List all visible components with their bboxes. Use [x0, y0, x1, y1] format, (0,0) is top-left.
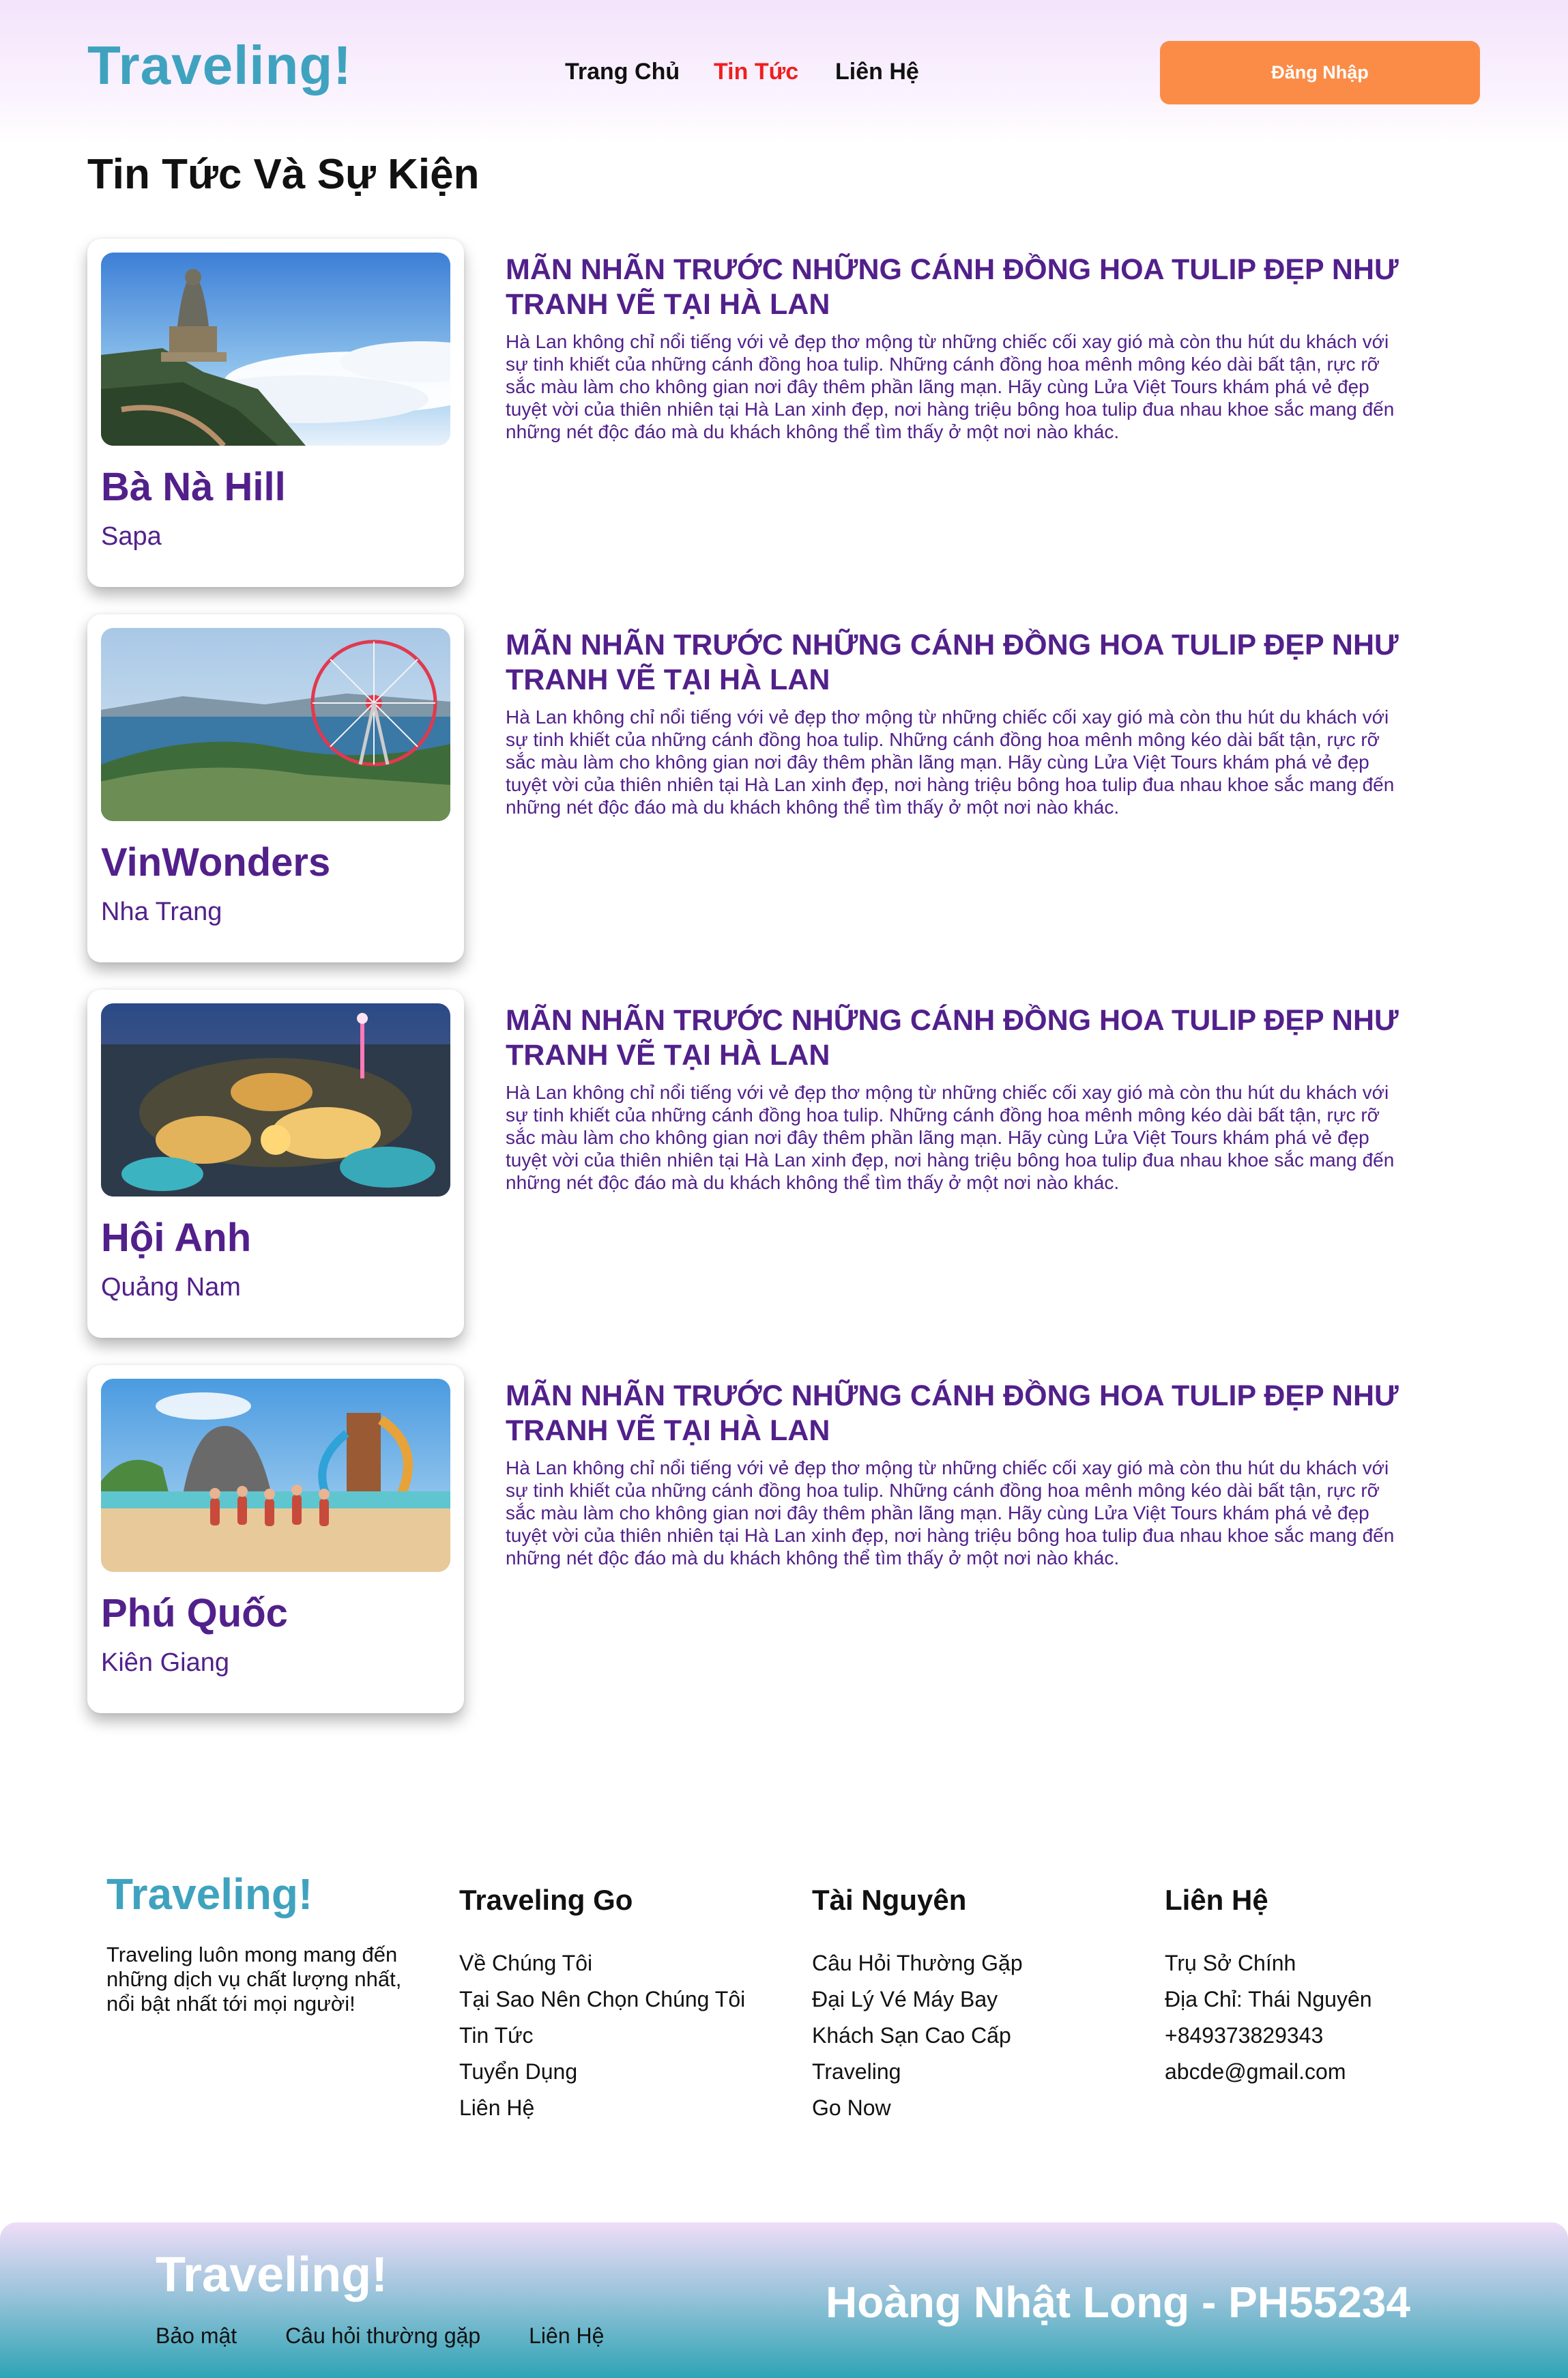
footer-address: Địa Chỉ: Thái Nguyên: [1165, 1987, 1372, 2011]
footer-link-contact[interactable]: Liên Hệ: [459, 2090, 745, 2126]
nav-link-home[interactable]: Trang Chủ: [565, 59, 680, 85]
login-button[interactable]: Đăng Nhập: [1160, 41, 1480, 104]
nav-link-contact[interactable]: Liên Hệ: [835, 59, 919, 85]
footer-link-faq[interactable]: Câu Hỏi Thường Gặp: [812, 1945, 1023, 1981]
author-credit: Hoàng Nhật Long - PH55234: [826, 2278, 1410, 2327]
destination-photo: [101, 253, 450, 446]
news-item: Phú Quốc Kiên Giang MÃN NHÃN TRƯỚC NHỮNG…: [87, 1365, 1520, 1713]
site-header: Traveling! Trang Chủ Tin Tức Liên Hệ Đăn…: [0, 0, 1568, 143]
footer-link-go-now[interactable]: Go Now: [812, 2090, 1023, 2126]
footer-description: Traveling luôn mong mang đến những dịch …: [106, 1943, 402, 2016]
footer-link-careers[interactable]: Tuyển Dụng: [459, 2054, 745, 2090]
news-item: Bà Nà Hill Sapa MÃN NHÃN TRƯỚC NHỮNG CÁN…: [87, 239, 1520, 587]
footer-link-flight-agency[interactable]: Đại Lý Vé Máy Bay: [812, 1981, 1023, 2018]
news-item: Hội Anh Quảng Nam MÃN NHÃN TRƯỚC NHỮNG C…: [87, 990, 1520, 1338]
destination-name: Bà Nà Hill: [101, 465, 286, 509]
nav-link-news[interactable]: Tin Tức: [714, 59, 798, 85]
page-title: Tin Tức Và Sự Kiện: [87, 151, 480, 198]
news-excerpt: Hà Lan không chỉ nổi tiếng với vẻ đẹp th…: [506, 1082, 1395, 1193]
destination-photo: [101, 1003, 450, 1197]
news-excerpt: Hà Lan không chỉ nổi tiếng với vẻ đẹp th…: [506, 331, 1395, 442]
destination-name: Phú Quốc: [101, 1591, 288, 1635]
footer-phone[interactable]: +849373829343: [1165, 2018, 1372, 2054]
destination-region: Quảng Nam: [101, 1273, 241, 1302]
footer-link-traveling[interactable]: Traveling: [812, 2054, 1023, 2090]
news-title[interactable]: MÃN NHÃN TRƯỚC NHỮNG CÁNH ĐỒNG HOA TULIP…: [506, 628, 1481, 698]
destination-region: Kiên Giang: [101, 1648, 230, 1677]
destination-region: Nha Trang: [101, 898, 222, 926]
footer-heading: Traveling Go: [459, 1884, 633, 1916]
news-article: MÃN NHÃN TRƯỚC NHỮNG CÁNH ĐỒNG HOA TULIP…: [506, 628, 1481, 818]
footer-column-traveling-go: Traveling Go Về Chúng Tôi Tại Sao Nên Ch…: [459, 1884, 745, 2126]
bottom-bar: Traveling! Bảo mật Câu hỏi thường gặp Li…: [0, 2222, 1568, 2378]
destination-card[interactable]: Bà Nà Hill Sapa: [87, 239, 464, 587]
footer-heading: Liên Hệ: [1165, 1884, 1268, 1916]
footer-email[interactable]: abcde@gmail.com: [1165, 2054, 1372, 2090]
news-excerpt: Hà Lan không chỉ nổi tiếng với vẻ đẹp th…: [506, 706, 1395, 818]
news-title[interactable]: MÃN NHÃN TRƯỚC NHỮNG CÁNH ĐỒNG HOA TULIP…: [506, 1003, 1481, 1073]
destination-photo: [101, 628, 450, 821]
news-article: MÃN NHÃN TRƯỚC NHỮNG CÁNH ĐỒNG HOA TULIP…: [506, 1003, 1481, 1194]
destination-name: Hội Anh: [101, 1216, 252, 1260]
destination-region: Sapa: [101, 522, 162, 551]
footer-logo[interactable]: Traveling!: [106, 1869, 313, 1919]
destination-name: VinWonders: [101, 840, 331, 885]
footer-heading: Tài Nguyên: [812, 1884, 967, 1916]
footer-column-resources: Tài Nguyên Câu Hỏi Thường Gặp Đại Lý Vé …: [812, 1884, 1023, 2126]
footer-column-contact: Liên Hệ Trụ Sở Chính Địa Chỉ: Thái Nguyê…: [1165, 1884, 1372, 2090]
footer-link-news[interactable]: Tin Tức: [459, 2018, 745, 2054]
destination-card[interactable]: Hội Anh Quảng Nam: [87, 990, 464, 1338]
news-item: VinWonders Nha Trang MÃN NHÃN TRƯỚC NHỮN…: [87, 614, 1520, 962]
destination-card[interactable]: VinWonders Nha Trang: [87, 614, 464, 962]
news-title[interactable]: MÃN NHÃN TRƯỚC NHỮNG CÁNH ĐỒNG HOA TULIP…: [506, 253, 1481, 322]
news-article: MÃN NHÃN TRƯỚC NHỮNG CÁNH ĐỒNG HOA TULIP…: [506, 253, 1481, 443]
news-excerpt: Hà Lan không chỉ nổi tiếng với vẻ đẹp th…: [506, 1457, 1395, 1568]
footer-link-hotels[interactable]: Khách Sạn Cao Cấp: [812, 2018, 1023, 2054]
footer-link-about[interactable]: Về Chúng Tôi: [459, 1945, 745, 1981]
bottom-link-contact[interactable]: Liên Hệ: [529, 2323, 604, 2348]
destination-card[interactable]: Phú Quốc Kiên Giang: [87, 1365, 464, 1713]
site-logo[interactable]: Traveling!: [87, 34, 352, 97]
news-article: MÃN NHÃN TRƯỚC NHỮNG CÁNH ĐỒNG HOA TULIP…: [506, 1379, 1481, 1569]
bottom-logo[interactable]: Traveling!: [156, 2247, 388, 2303]
bottom-link-privacy[interactable]: Bảo mật: [156, 2323, 237, 2348]
bottom-links: Bảo mật Câu hỏi thường gặp Liên Hệ: [156, 2323, 646, 2349]
footer-link-why-us[interactable]: Tại Sao Nên Chọn Chúng Tôi: [459, 1981, 745, 2018]
destination-photo: [101, 1379, 450, 1572]
footer-headquarters: Trụ Sở Chính: [1165, 1951, 1296, 1975]
bottom-link-faq[interactable]: Câu hỏi thường gặp: [285, 2323, 480, 2348]
news-title[interactable]: MÃN NHÃN TRƯỚC NHỮNG CÁNH ĐỒNG HOA TULIP…: [506, 1379, 1481, 1448]
